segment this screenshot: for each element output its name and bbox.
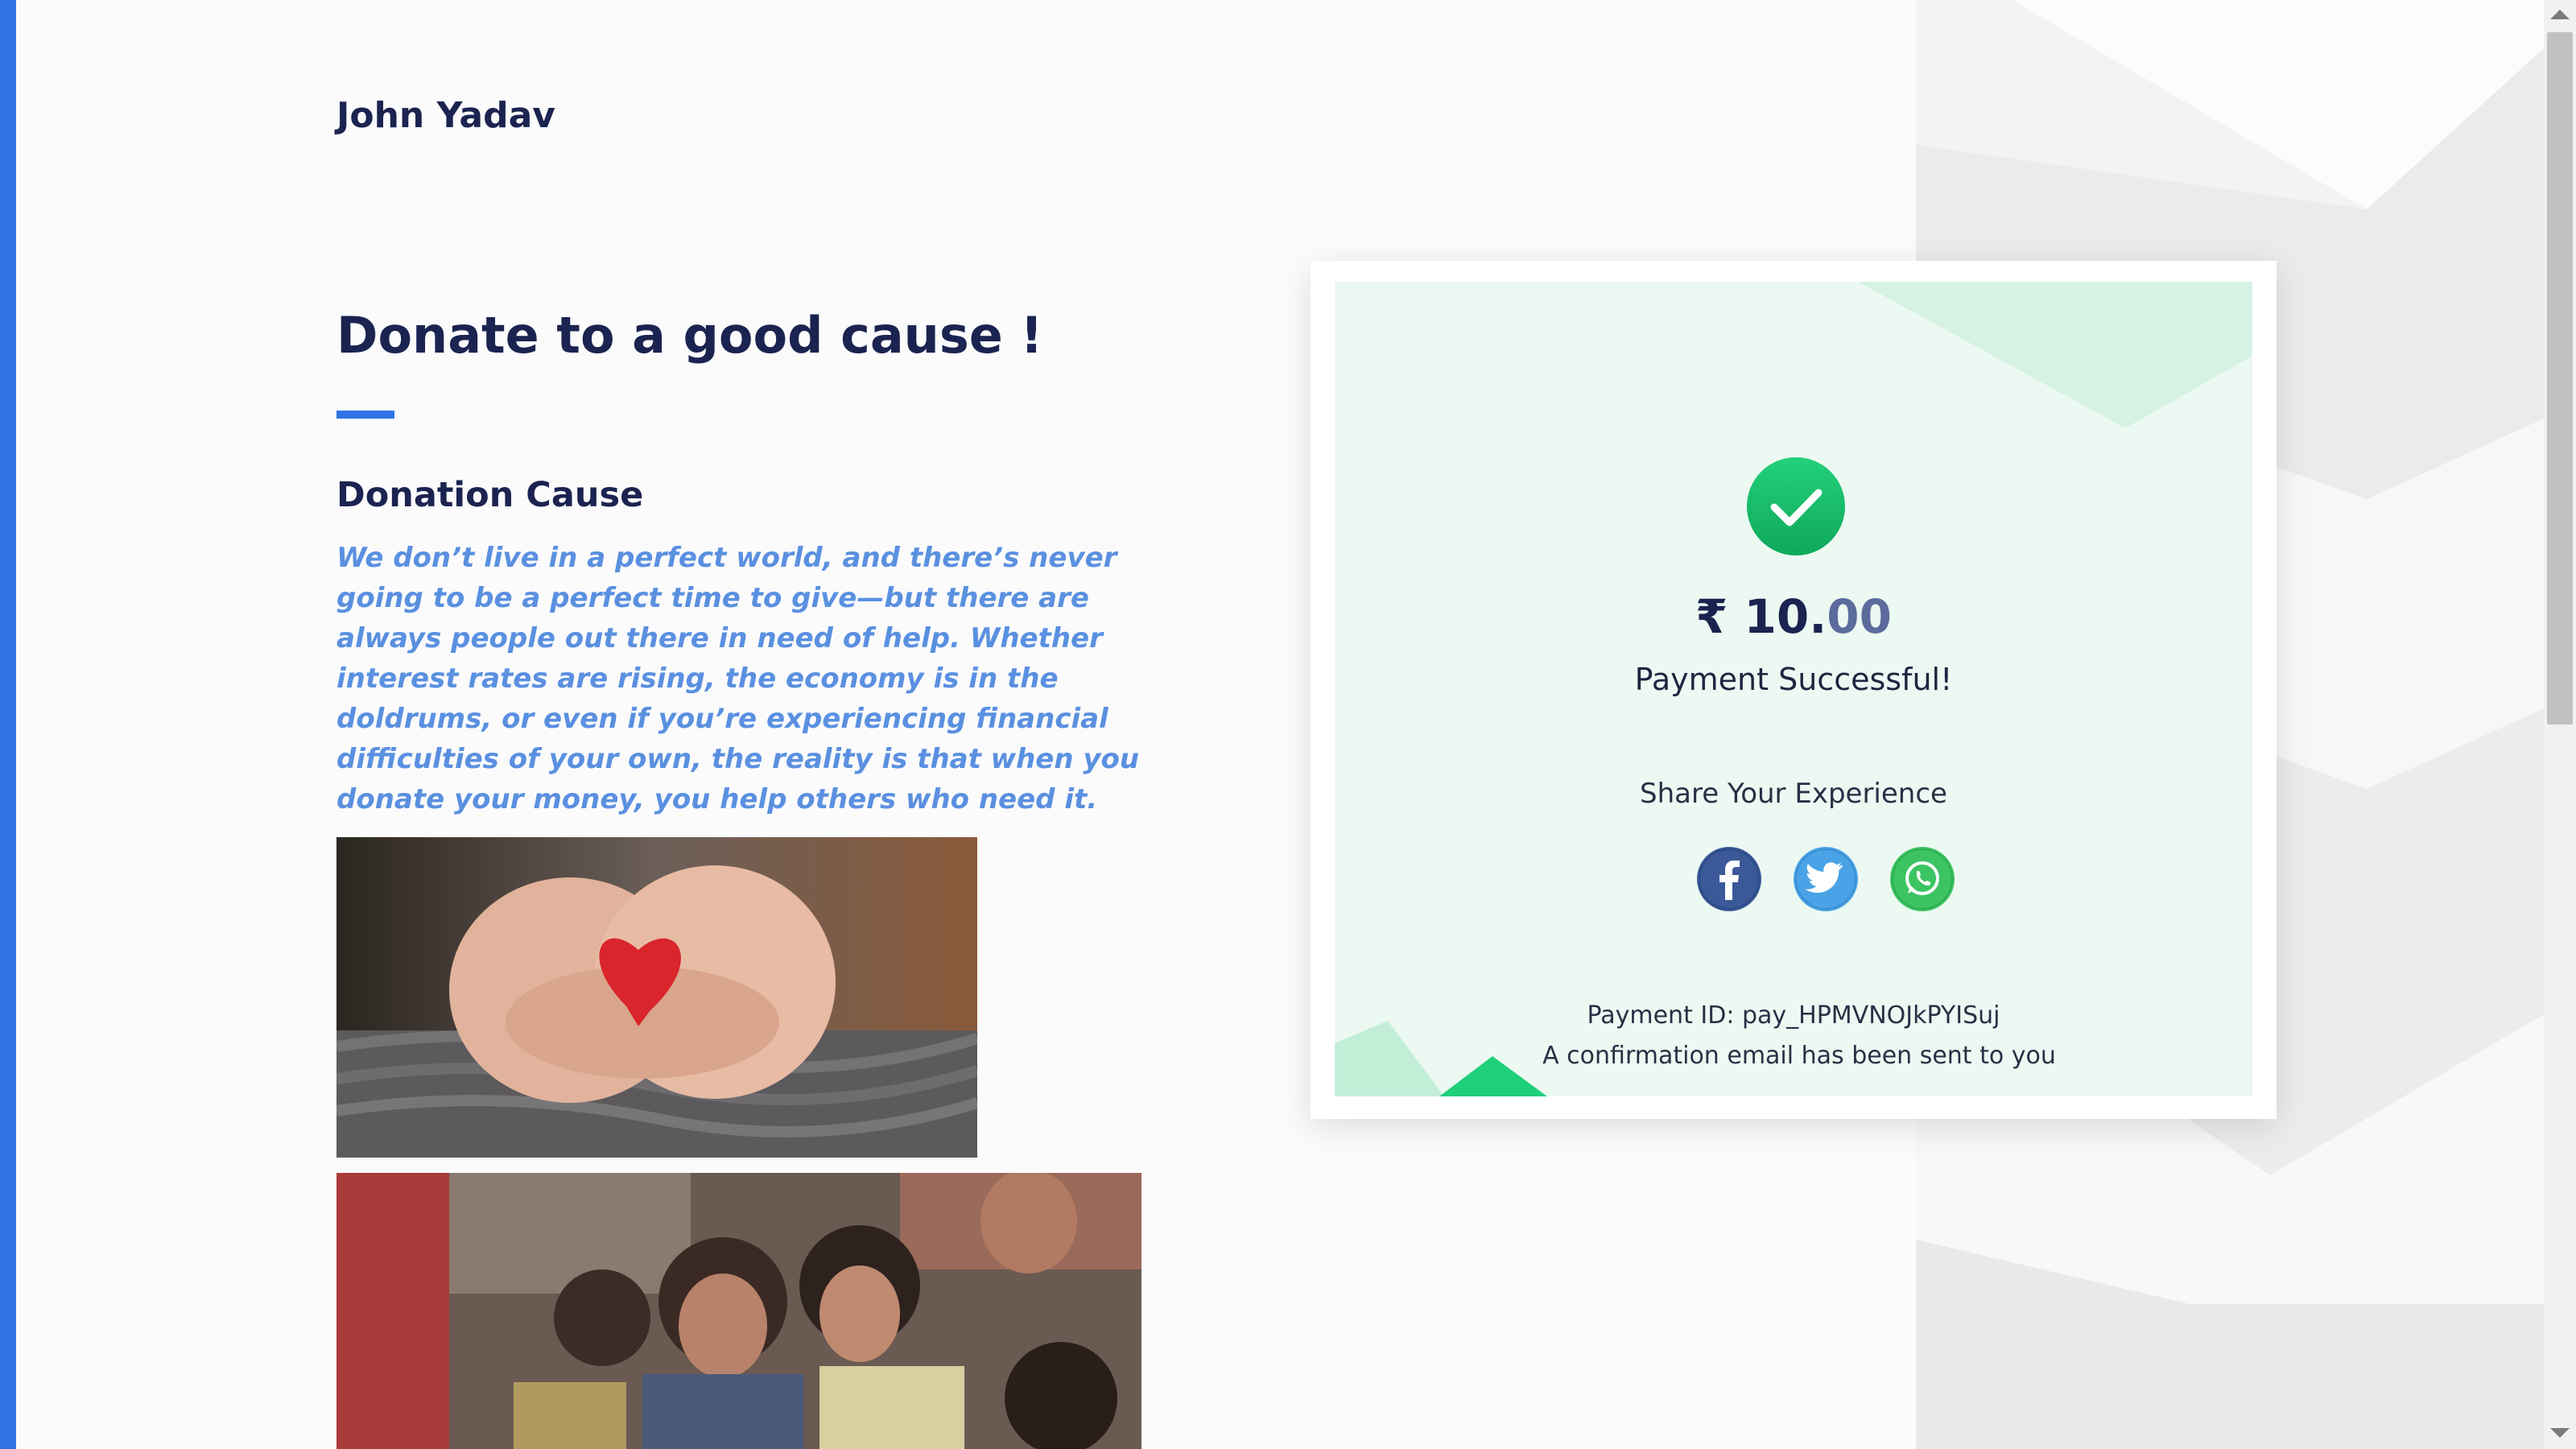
scroll-down-arrow-icon[interactable] bbox=[2550, 1428, 2570, 1438]
title-underline bbox=[336, 411, 394, 419]
whatsapp-icon[interactable] bbox=[1890, 847, 1955, 911]
payment-amount: ₹ 10.00 bbox=[1335, 589, 2252, 644]
amount-whole: 10. bbox=[1744, 589, 1827, 644]
hands-with-heart-photo bbox=[336, 837, 977, 1158]
left-accent-bar bbox=[0, 0, 16, 1449]
twitter-icon[interactable] bbox=[1794, 847, 1858, 911]
page-title: Donate to a good cause ! bbox=[336, 306, 1043, 365]
facebook-icon[interactable] bbox=[1697, 847, 1761, 911]
scroll-up-arrow-icon[interactable] bbox=[2550, 10, 2570, 19]
payment-status-text: Payment Successful! bbox=[1634, 662, 1953, 697]
confirmation-message: A confirmation email has been sent to yo… bbox=[1542, 1042, 2056, 1070]
payment-status-panel: ₹ 10.00 Payment Successful! Share Your E… bbox=[1335, 282, 2252, 1096]
success-check-icon bbox=[1747, 457, 1845, 555]
scrollbar-thumb[interactable] bbox=[2547, 32, 2573, 724]
donation-cause-heading: Donation Cause bbox=[336, 475, 644, 515]
share-experience-label: Share Your Experience bbox=[1640, 778, 1947, 810]
currency-symbol: ₹ bbox=[1695, 589, 1728, 644]
amount-decimal: 00 bbox=[1827, 589, 1893, 644]
children-photo bbox=[336, 1173, 1141, 1449]
payment-id: Payment ID: pay_HPMVNOJkPYISuj bbox=[1587, 1001, 2000, 1030]
vertical-scrollbar[interactable] bbox=[2544, 0, 2576, 1449]
donation-cause-description: We don’t live in a perfect world, and th… bbox=[336, 542, 1140, 815]
merchant-name: John Yadav bbox=[336, 95, 555, 136]
payment-status-card: ₹ 10.00 Payment Successful! Share Your E… bbox=[1311, 261, 2277, 1119]
